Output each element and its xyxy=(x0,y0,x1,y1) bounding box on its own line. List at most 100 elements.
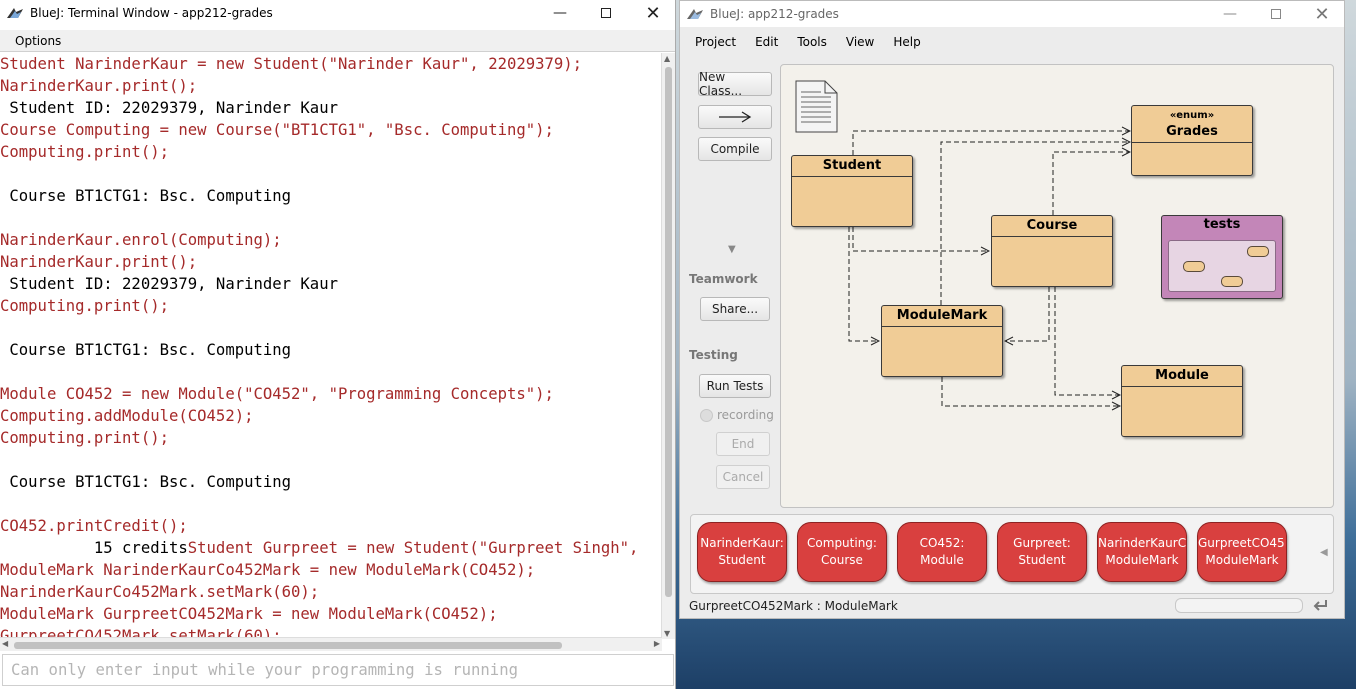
terminal-input[interactable] xyxy=(3,655,673,685)
class-course[interactable]: Course xyxy=(991,215,1113,287)
menu-project[interactable]: Project xyxy=(695,31,736,53)
terminal-output-text: Course BT1CTG1: Bsc. Computing xyxy=(0,187,292,205)
maximize-icon[interactable] xyxy=(583,0,629,26)
chevron-left-icon[interactable]: ◀ xyxy=(1320,547,1328,558)
terminal-line: ModuleMark GurpreetCO452Mark = new Modul… xyxy=(0,603,662,625)
class-modulemark[interactable]: ModuleMark xyxy=(881,305,1003,377)
terminal-output[interactable]: Student NarinderKaur = new Student("Nari… xyxy=(0,53,662,637)
maximize-icon[interactable] xyxy=(1253,1,1299,27)
terminal-window: BlueJ: Terminal Window - app212-grades —… xyxy=(0,0,676,689)
object-name: NarinderKaur: xyxy=(700,536,784,550)
scroll-down-icon[interactable]: ▼ xyxy=(664,629,670,638)
package-tests[interactable]: tests xyxy=(1161,215,1283,299)
minimize-icon[interactable]: — xyxy=(1207,1,1253,27)
readme-icon[interactable] xyxy=(795,80,839,134)
terminal-line: Computing.addModule(CO452); xyxy=(0,405,662,427)
terminal-command-text: ModuleMark NarinderKaurCo452Mark = new M… xyxy=(0,561,536,579)
terminal-command-text: CO452.printCredit(); xyxy=(0,517,188,535)
terminal-command-text: Student NarinderKaur = new Student("Nari… xyxy=(0,55,583,73)
menu-edit[interactable]: Edit xyxy=(755,31,778,53)
terminal-line: Computing.print(); xyxy=(0,295,662,317)
tests-package-contents xyxy=(1168,240,1276,292)
test-class-icon xyxy=(1183,261,1205,272)
testing-heading: Testing xyxy=(689,348,738,362)
close-icon[interactable]: ✕ xyxy=(630,0,676,26)
terminal-line: Student ID: 22029379, Narinder Kaur xyxy=(0,273,662,295)
object-narinderkaur[interactable]: NarinderKaur: Student xyxy=(697,522,787,582)
status-text: GurpreetCO452Mark : ModuleMark xyxy=(689,599,898,613)
terminal-line: Module CO452 = new Module("CO452", "Prog… xyxy=(0,383,662,405)
grades-stereotype: «enum» xyxy=(1169,110,1215,121)
terminal-command-text: Module CO452 = new Module("CO452", "Prog… xyxy=(0,385,554,403)
object-narinderkaurco452mark[interactable]: NarinderKaurC... ModuleMark xyxy=(1097,522,1187,582)
object-co452[interactable]: CO452: Module xyxy=(897,522,987,582)
close-icon[interactable]: ✕ xyxy=(1299,1,1345,27)
terminal-output-text: Student ID: 22029379, Narinder Kaur xyxy=(0,275,338,293)
minimize-icon[interactable]: — xyxy=(537,0,583,26)
menu-options[interactable]: Options xyxy=(15,34,61,48)
cancel-button[interactable]: Cancel xyxy=(716,465,770,489)
scroll-right-icon[interactable]: ▶ xyxy=(654,639,660,648)
bluej-logo-icon xyxy=(687,9,703,19)
undo-icon[interactable] xyxy=(1312,597,1330,613)
new-class-button[interactable]: New Class... xyxy=(698,70,772,98)
terminal-command-text: Course Computing = new Course("BT1CTG1",… xyxy=(0,121,554,139)
class-student[interactable]: Student xyxy=(791,155,913,227)
class-diagram-canvas[interactable]: «enum» Grades Student Course tests Modul… xyxy=(780,64,1334,508)
vertical-scroll-thumb[interactable] xyxy=(665,67,672,597)
object-gurpreet[interactable]: Gurpreet: Student xyxy=(997,522,1087,582)
recording-indicator-icon xyxy=(700,409,713,422)
bluej-logo-icon xyxy=(7,8,23,18)
progress-indicator xyxy=(1175,598,1303,613)
object-name: NarinderKaurC... xyxy=(1098,536,1187,550)
terminal-line: Student NarinderKaur = new Student("Nari… xyxy=(0,53,662,75)
terminal-input-box[interactable] xyxy=(2,654,674,686)
object-type: Student xyxy=(718,553,766,567)
terminal-command-text: Computing.print(); xyxy=(0,143,169,161)
bluej-window: BlueJ: app212-grades — ✕ Project Edit To… xyxy=(679,0,1345,619)
course-to-grades-arrow xyxy=(1052,152,1130,215)
scroll-up-icon[interactable]: ▲ xyxy=(664,54,670,63)
terminal-output-text: Course BT1CTG1: Bsc. Computing xyxy=(0,341,292,359)
test-class-icon xyxy=(1221,276,1243,287)
terminal-command-text: ModuleMark GurpreetCO452Mark = new Modul… xyxy=(0,605,498,623)
object-type: ModuleMark xyxy=(1205,553,1279,567)
tests-package-name: tests xyxy=(1203,217,1241,232)
compile-button[interactable]: Compile xyxy=(698,137,772,161)
horizontal-scroll-thumb[interactable] xyxy=(14,642,562,649)
new-arrow-button[interactable] xyxy=(698,105,772,129)
terminal-line: CO452.printCredit(); xyxy=(0,515,662,537)
object-name: GurpreetCO45... xyxy=(1198,536,1287,550)
menu-help[interactable]: Help xyxy=(893,31,920,53)
scroll-left-icon[interactable]: ◀ xyxy=(2,639,8,648)
object-gurpreetco452mark[interactable]: GurpreetCO45... ModuleMark xyxy=(1197,522,1287,582)
terminal-line: NarinderKaurCo452Mark.setMark(60); xyxy=(0,581,662,603)
vertical-scrollbar[interactable]: ▲ ▼ xyxy=(661,53,675,639)
end-button[interactable]: End xyxy=(716,432,770,456)
object-computing[interactable]: Computing: Course xyxy=(797,522,887,582)
terminal-line: 15 creditsStudent Gurpreet = new Student… xyxy=(0,537,662,559)
horizontal-scrollbar[interactable]: ◀ ▶ xyxy=(0,637,662,651)
terminal-command-text: Computing.print(); xyxy=(0,297,169,315)
course-class-name: Course xyxy=(992,216,1112,237)
menu-tools[interactable]: Tools xyxy=(797,31,827,53)
object-name: Gurpreet: xyxy=(1013,536,1071,550)
terminal-menubar: Options xyxy=(0,30,675,52)
terminal-command-text: Computing.print(); xyxy=(0,429,169,447)
run-tests-button[interactable]: Run Tests xyxy=(699,374,771,398)
object-type: Module xyxy=(920,553,964,567)
teamwork-heading: Teamwork xyxy=(689,272,758,286)
terminal-command-text: NarinderKaurCo452Mark.setMark(60); xyxy=(0,583,320,601)
class-grades[interactable]: «enum» Grades xyxy=(1131,105,1253,176)
arrow-icon xyxy=(719,111,752,123)
terminal-line: Computing.print(); xyxy=(0,427,662,449)
terminal-command-text: GurpreetCO452Mark.setMark(60); xyxy=(0,627,282,637)
chevron-down-icon[interactable]: ▼ xyxy=(728,244,736,255)
class-module[interactable]: Module xyxy=(1121,365,1243,437)
share-button[interactable]: Share... xyxy=(700,297,770,321)
terminal-output-text: Student ID: 22029379, Narinder Kaur xyxy=(0,99,338,117)
menu-view[interactable]: View xyxy=(846,31,874,53)
